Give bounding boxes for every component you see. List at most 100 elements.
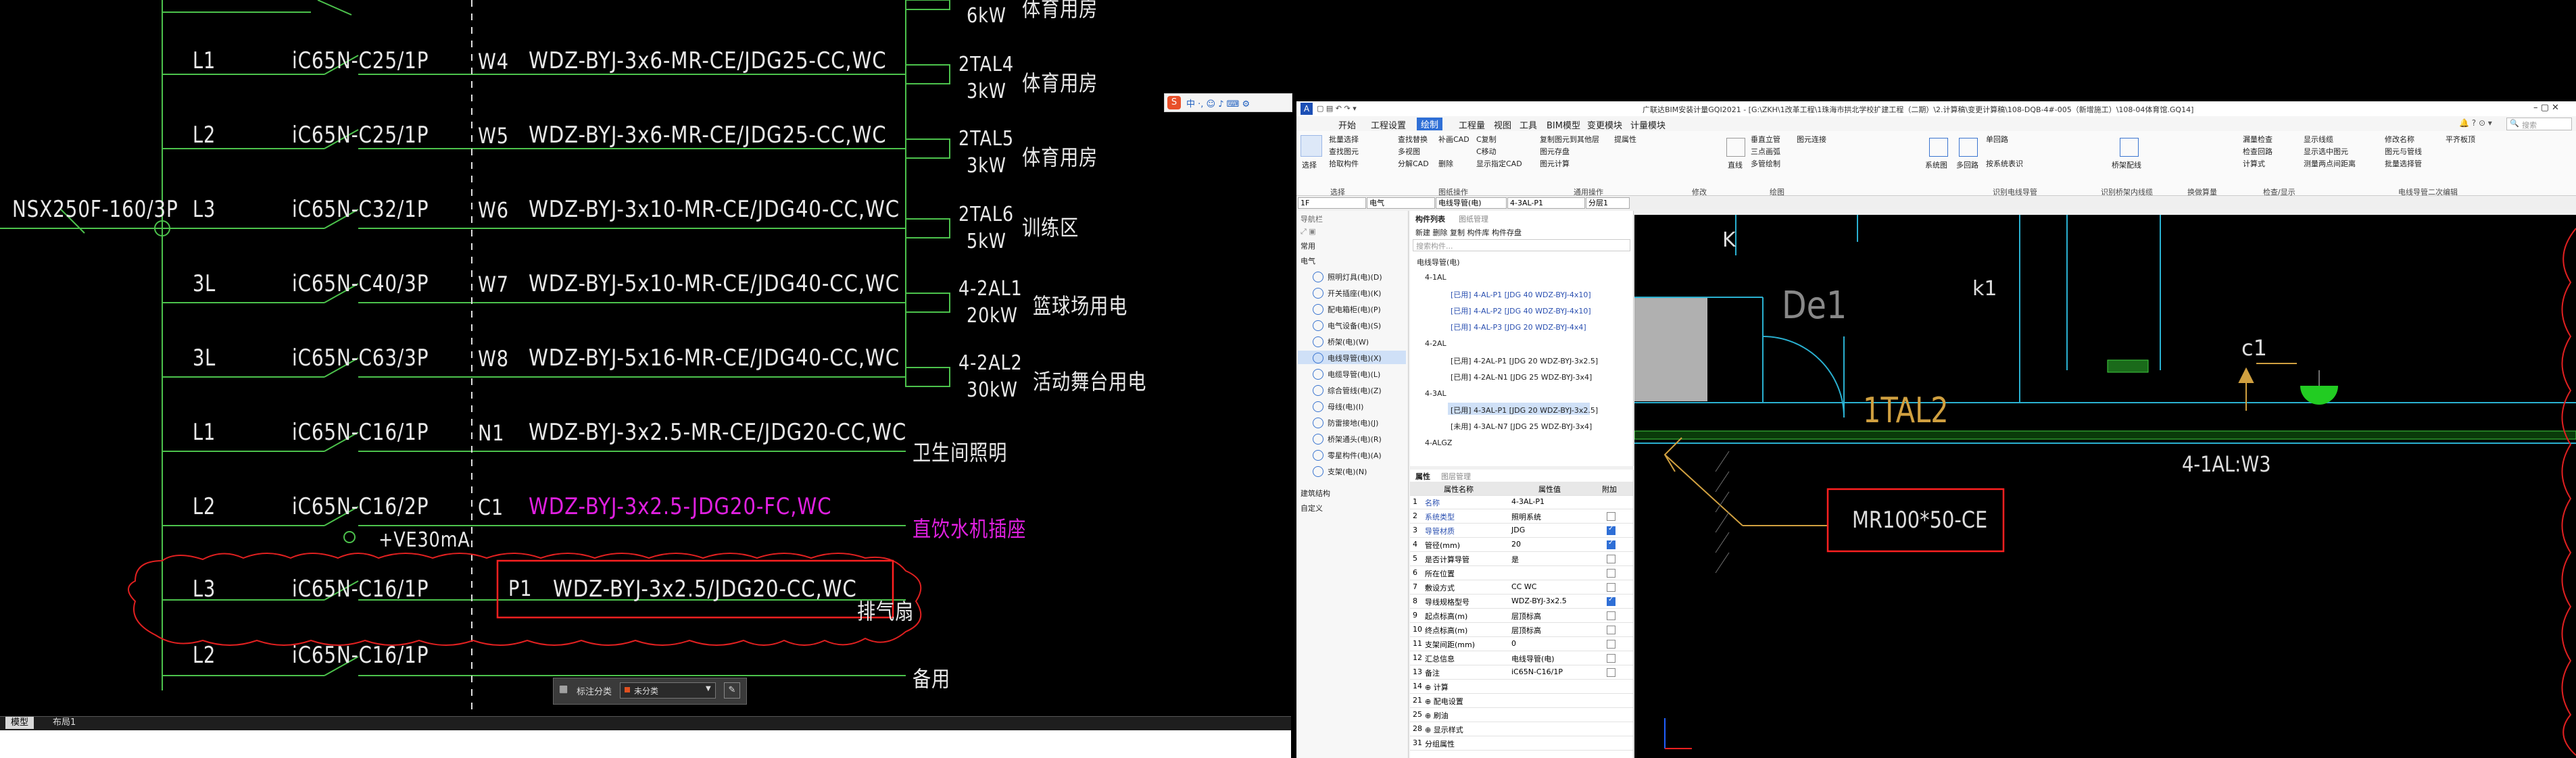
property-checkbox[interactable]: [1607, 539, 1615, 549]
nav-toolbar-icons[interactable]: ⤢ ▣: [1301, 227, 1316, 236]
tab-component-list[interactable]: 构件列表: [1415, 213, 1445, 224]
nav-structure[interactable]: 建筑结构: [1301, 488, 1330, 499]
line-tool-icon[interactable]: [1726, 138, 1745, 157]
show-selected-button[interactable]: 显示选中图元: [2304, 146, 2348, 157]
nav-item-busbar[interactable]: 母线(电)(I): [1328, 401, 1363, 412]
delete-button[interactable]: 删除: [1433, 228, 1448, 237]
batch-select-pipe-button[interactable]: 批量选择管: [2385, 158, 2422, 169]
property-value[interactable]: iC65N-C16/1P: [1511, 667, 1563, 676]
property-checkbox[interactable]: [1607, 640, 1615, 649]
tree-item[interactable]: [未用] 4-3AL-N7 [JDG 25 WDZ-BYJ-3x4]: [1451, 421, 1592, 432]
nav-item-switch[interactable]: 开关插座(电)(K): [1328, 288, 1381, 299]
new-button[interactable]: 新建: [1415, 228, 1430, 237]
property-value[interactable]: 电线导管(电): [1511, 653, 1555, 664]
tree-item[interactable]: 4-1AL: [1425, 273, 1447, 282]
list-toolbar[interactable]: 新建 删除 复制 构件库 构件存盘: [1415, 227, 1522, 238]
ime-toolbar[interactable]: S 中 ·, ☺ ♪ ⌨ ⚙: [1164, 93, 1292, 112]
library-button[interactable]: 构件库: [1467, 228, 1490, 237]
nav-category[interactable]: 常用: [1301, 241, 1315, 251]
property-value[interactable]: 20: [1511, 540, 1521, 549]
menu-draw[interactable]: 绘制: [1417, 118, 1443, 130]
menu-quantity[interactable]: 工程量: [1459, 118, 1485, 131]
property-row[interactable]: 4 管径(mm) 20: [1410, 538, 1633, 552]
menu-tools[interactable]: 工具: [1520, 118, 1537, 131]
tray-wiring-button[interactable]: 桥架配线: [2112, 159, 2141, 170]
property-row[interactable]: 3 导管材质 JDG: [1410, 524, 1633, 538]
nav-item-grounding[interactable]: 防雷接地(电)(J): [1328, 418, 1378, 428]
property-value[interactable]: 照明系统: [1511, 511, 1541, 522]
property-row[interactable]: 28 ⊕ 显示样式: [1410, 722, 1633, 736]
property-checkbox[interactable]: [1607, 555, 1615, 563]
nav-item-device[interactable]: 电气设备(电)(S): [1328, 320, 1381, 331]
grid-icon[interactable]: ▦: [559, 684, 570, 694]
property-checkbox[interactable]: [1607, 654, 1615, 663]
property-checkbox[interactable]: [1607, 611, 1615, 620]
property-checkbox[interactable]: [1607, 583, 1615, 592]
find-replace-button[interactable]: 查找替换: [1398, 134, 1428, 145]
element-pipe-button[interactable]: 图元与管线: [2385, 146, 2422, 157]
save-button[interactable]: 构件存盘: [1492, 228, 1522, 237]
nav-item-support[interactable]: 支架(电)(N): [1328, 466, 1367, 477]
tree-item[interactable]: [已用] 4-2AL-P1 [JDG 20 WDZ-BYJ-3x2.5]: [1451, 355, 1598, 366]
multi-pipe-button[interactable]: 多管绘制: [1751, 158, 1780, 169]
search-box[interactable]: 🔍 搜索: [2506, 118, 2572, 130]
multi-loop-button[interactable]: 多回路: [1956, 159, 1978, 170]
property-row[interactable]: 5 是否计算导管 是: [1410, 552, 1633, 566]
nav-item-lighting[interactable]: 照明灯具(电)(D): [1328, 272, 1382, 282]
measure-distance-button[interactable]: 测量两点间距离: [2304, 158, 2356, 169]
property-value[interactable]: 是: [1511, 554, 1519, 565]
nav-section[interactable]: 电气: [1301, 255, 1315, 266]
nav-item-tray[interactable]: 桥架(电)(W): [1328, 336, 1369, 347]
property-row[interactable]: 8 导线规格型号 WDZ-BYJ-3x2.5: [1410, 595, 1633, 609]
align-top-button[interactable]: 平齐板顶: [2446, 134, 2475, 145]
component-search[interactable]: 搜索构件...: [1413, 239, 1630, 251]
sogou-icon[interactable]: S: [1167, 96, 1181, 109]
tab-model[interactable]: 模型: [5, 717, 34, 729]
property-row[interactable]: 11 支架间距(mm) 0: [1410, 637, 1633, 651]
loop-check-button[interactable]: 检查回路: [2243, 146, 2273, 157]
help-icons[interactable]: 🔔 ? ⊙ ▾: [2459, 118, 2492, 128]
tree-item[interactable]: [已用] 4-AL-P1 [JDG 40 WDZ-BYJ-4x10]: [1451, 289, 1591, 300]
nav-item-panel[interactable]: 配电箱柜(电)(P): [1328, 304, 1381, 315]
c-copy-button[interactable]: C复制: [1476, 134, 1497, 145]
property-value[interactable]: WDZ-BYJ-3x2.5: [1511, 597, 1567, 605]
property-row[interactable]: 9 起点标高(m) 层顶标高: [1410, 609, 1633, 623]
tree-item[interactable]: 4-2AL: [1425, 339, 1447, 348]
property-row[interactable]: 25 ⊕ 刷油: [1410, 708, 1633, 722]
ime-mode-icon[interactable]: 中 ·, ☺ ♪ ⌨ ⚙: [1186, 97, 1250, 109]
property-row[interactable]: 14 ⊕ 计算: [1410, 680, 1633, 694]
leak-check-button[interactable]: 漏量检查: [2243, 134, 2273, 145]
property-row[interactable]: 31 分组属性: [1410, 736, 1633, 751]
category-select[interactable]: 未分类 ▼: [620, 682, 716, 699]
property-value[interactable]: 0: [1511, 639, 1516, 648]
tab-drawing-manage[interactable]: 图纸管理: [1459, 213, 1488, 224]
explode-cad-button[interactable]: 分解CAD: [1398, 158, 1429, 169]
find-element-button[interactable]: 查找图元: [1329, 146, 1359, 157]
tree-item[interactable]: [已用] 4-AL-P2 [JDG 40 WDZ-BYJ-4x10]: [1451, 305, 1591, 316]
multi-view-button[interactable]: 多视图: [1398, 146, 1420, 157]
tree-item[interactable]: 4-ALGZ: [1425, 438, 1452, 447]
tab-properties[interactable]: 属性: [1415, 471, 1430, 482]
formula-button[interactable]: 计算式: [2243, 158, 2265, 169]
property-value[interactable]: 层顶标高: [1511, 625, 1541, 636]
annotation-category-toolbar[interactable]: ▦ 标注分类 未分类 ▼ ✎: [553, 678, 747, 705]
multi-loop-icon[interactable]: [1959, 138, 1978, 157]
single-loop-button[interactable]: 单回路: [1986, 134, 2008, 145]
select-tool-icon[interactable]: [1301, 135, 1322, 157]
c-move-button[interactable]: C移动: [1476, 146, 1497, 157]
vertical-riser-button[interactable]: 垂直立管: [1751, 134, 1780, 145]
line-button[interactable]: 直线: [1728, 159, 1743, 170]
property-row[interactable]: 7 敷设方式 CC WC: [1410, 580, 1633, 595]
property-value[interactable]: JDG: [1511, 526, 1525, 534]
nav-item-misc[interactable]: 零星构件(电)(A): [1328, 450, 1382, 461]
element-calc-button[interactable]: 图元计算: [1540, 158, 1570, 169]
window-controls[interactable]: – ▢ ✕: [2533, 103, 2559, 113]
patch-cad-button[interactable]: 补画CAD: [1438, 134, 1469, 145]
discipline-select[interactable]: 电气: [1367, 197, 1435, 209]
tray-wiring-icon[interactable]: [2120, 138, 2139, 157]
save-element-button[interactable]: 图元存盘: [1540, 146, 1570, 157]
tree-item[interactable]: 电线导管(电): [1417, 257, 1460, 268]
arc-button[interactable]: 三点画弧: [1751, 146, 1780, 157]
property-row[interactable]: 2 系统类型 照明系统: [1410, 509, 1633, 524]
quick-access-icons[interactable]: ▢ ▤ ↶ ↷ ▾: [1317, 104, 1357, 113]
